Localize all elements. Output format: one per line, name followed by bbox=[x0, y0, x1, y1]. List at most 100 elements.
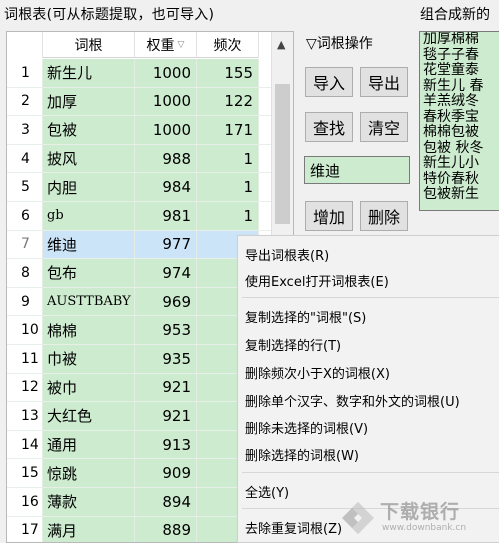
combined-word-line: 特价春秋 bbox=[423, 170, 479, 187]
table-row[interactable]: 12 被巾 921 bbox=[7, 373, 271, 403]
table-row[interactable]: 13 大红色 921 bbox=[7, 402, 271, 431]
table-row[interactable]: 14 通用 913 bbox=[7, 430, 271, 460]
word-root-table-title: 词根表(可从标题提取，也可导入) bbox=[4, 7, 215, 23]
row-index: 1 bbox=[7, 59, 43, 87]
row-weight[interactable]: 894 bbox=[135, 487, 197, 516]
clear-button[interactable]: 清空 bbox=[360, 112, 408, 142]
menu-delete-freq-less-x[interactable]: 删除频次小于X的词根(X) bbox=[238, 360, 499, 384]
row-word[interactable]: 巾被 bbox=[43, 344, 135, 373]
row-weight[interactable]: 1000 bbox=[135, 87, 197, 116]
row-word[interactable]: 惊跳 bbox=[43, 459, 135, 487]
import-button[interactable]: 导入 bbox=[305, 67, 353, 97]
header-word[interactable]: 词根 bbox=[43, 32, 135, 58]
combined-word-line: 花堂童泰 bbox=[423, 62, 479, 78]
row-word[interactable]: 内胆 bbox=[43, 173, 135, 201]
table-row[interactable]: 1 新生儿 1000 155 bbox=[7, 59, 271, 88]
menu-copy-selected-rows[interactable]: 复制选择的行(T) bbox=[238, 332, 499, 356]
row-weight[interactable]: 988 bbox=[135, 144, 197, 173]
menu-delete-unselected[interactable]: 删除未选择的词根(V) bbox=[238, 415, 499, 439]
row-index: 17 bbox=[7, 516, 43, 542]
row-word[interactable]: gb bbox=[43, 201, 135, 230]
row-weight[interactable]: 921 bbox=[135, 373, 197, 402]
row-index: 8 bbox=[7, 259, 43, 287]
menu-open-excel[interactable]: 使用Excel打开词根表(E) bbox=[238, 268, 499, 292]
row-word[interactable]: 披风 bbox=[43, 144, 135, 173]
header-word-label: 词根 bbox=[74, 38, 103, 54]
row-weight[interactable]: 981 bbox=[135, 201, 197, 230]
table-row[interactable]: 17 满月 889 bbox=[7, 516, 271, 542]
row-weight[interactable]: 953 bbox=[135, 316, 197, 344]
row-word[interactable]: 大红色 bbox=[43, 402, 135, 430]
row-word[interactable]: 棉棉 bbox=[43, 316, 135, 344]
scrollbar-thumb[interactable] bbox=[275, 84, 290, 224]
table-row[interactable]: 6 gb 981 1 bbox=[7, 201, 271, 231]
row-word[interactable]: 维迪 bbox=[43, 230, 135, 259]
row-word[interactable]: 包被 bbox=[43, 116, 135, 144]
watermark-logo-icon bbox=[342, 502, 374, 534]
row-index: 4 bbox=[7, 144, 43, 173]
find-button[interactable]: 查找 bbox=[305, 112, 353, 142]
table-row[interactable]: 15 惊跳 909 bbox=[7, 459, 271, 488]
add-button[interactable]: 增加 bbox=[305, 201, 353, 231]
row-index: 2 bbox=[7, 87, 43, 116]
menu-copy-selected-words[interactable]: 复制选择的"词根"(S) bbox=[238, 304, 499, 328]
row-word[interactable]: 新生儿 bbox=[43, 59, 135, 87]
row-weight[interactable]: 889 bbox=[135, 516, 197, 542]
combined-word-line: 毯子子春 bbox=[423, 46, 479, 63]
table-body: 1 新生儿 1000 155 2 加厚 1000 122 3 包被 1000 171 4 披风 988 1 5 内… bbox=[7, 59, 271, 542]
table-row[interactable]: 3 包被 1000 171 bbox=[7, 116, 271, 145]
menu-delete-single-char[interactable]: 删除单个汉字、数字和外文的词根(U) bbox=[238, 388, 499, 412]
row-weight[interactable]: 984 bbox=[135, 173, 197, 201]
row-word[interactable]: 通用 bbox=[43, 430, 135, 459]
row-weight[interactable]: 977 bbox=[135, 230, 197, 259]
combined-words-box[interactable]: 加厚棉棉 毯子子春 花堂童泰 新生儿 春羊羔绒冬 春秋季宝 棉棉包被 包被 秋冬 新生儿小 特价… bbox=[419, 31, 499, 211]
combined-word-line: 春秋季宝 bbox=[423, 108, 479, 125]
delete-button[interactable]: 删除 bbox=[360, 201, 408, 231]
table-row[interactable]: 10 棉棉 953 bbox=[7, 316, 271, 345]
table-row[interactable]: 5 内胆 984 1 bbox=[7, 173, 271, 202]
row-index: 12 bbox=[7, 373, 43, 402]
row-weight[interactable]: 974 bbox=[135, 259, 197, 287]
row-frequency[interactable]: 1 bbox=[197, 201, 259, 230]
row-weight[interactable]: 913 bbox=[135, 430, 197, 459]
row-word[interactable]: 薄款 bbox=[43, 487, 135, 516]
table-row[interactable]: 9 AUSTTBABY 969 bbox=[7, 287, 271, 317]
row-frequency[interactable]: 1 bbox=[197, 173, 259, 201]
row-frequency[interactable]: 155 bbox=[197, 59, 259, 87]
row-word[interactable]: AUSTTBABY bbox=[43, 287, 135, 316]
export-button[interactable]: 导出 bbox=[360, 67, 408, 97]
combined-word-line: 加厚棉棉 bbox=[423, 31, 479, 47]
combined-word-line: 羊羔绒冬 bbox=[423, 93, 479, 109]
row-weight[interactable]: 969 bbox=[135, 287, 197, 316]
row-index: 9 bbox=[7, 287, 43, 316]
header-frequency[interactable]: 频次 bbox=[197, 32, 259, 58]
table-row[interactable]: 2 加厚 1000 122 bbox=[7, 87, 271, 117]
word-ops-label: ▽词根操作 bbox=[306, 36, 373, 52]
row-weight[interactable]: 1000 bbox=[135, 59, 197, 87]
row-index: 6 bbox=[7, 201, 43, 230]
row-frequency[interactable]: 171 bbox=[197, 116, 259, 144]
table-row[interactable]: 16 薄款 894 bbox=[7, 487, 271, 517]
row-word[interactable]: 加厚 bbox=[43, 87, 135, 116]
table-row[interactable]: 7 维迪 977 bbox=[7, 230, 271, 260]
row-weight[interactable]: 1000 bbox=[135, 116, 197, 144]
row-weight[interactable]: 935 bbox=[135, 344, 197, 373]
scroll-up-icon[interactable]: ▲ bbox=[277, 38, 285, 51]
table-row[interactable]: 11 巾被 935 bbox=[7, 344, 271, 374]
combined-word-line: 棉棉包被 bbox=[423, 124, 479, 140]
header-weight[interactable]: 权重 ▽ bbox=[135, 32, 197, 58]
header-index bbox=[7, 32, 43, 58]
row-weight[interactable]: 909 bbox=[135, 459, 197, 487]
row-weight[interactable]: 921 bbox=[135, 402, 197, 430]
row-word[interactable]: 被巾 bbox=[43, 373, 135, 402]
word-input[interactable]: 维迪 bbox=[304, 156, 410, 184]
table-row[interactable]: 8 包布 974 bbox=[7, 259, 271, 288]
menu-export-table[interactable]: 导出词根表(R) bbox=[238, 242, 499, 266]
table-row[interactable]: 4 披风 988 1 bbox=[7, 144, 271, 174]
row-frequency[interactable]: 1 bbox=[197, 144, 259, 173]
row-frequency[interactable]: 122 bbox=[197, 87, 259, 116]
row-word[interactable]: 满月 bbox=[43, 516, 135, 542]
menu-separator bbox=[242, 297, 499, 298]
row-word[interactable]: 包布 bbox=[43, 259, 135, 287]
menu-delete-selected[interactable]: 删除选择的词根(W) bbox=[238, 442, 499, 466]
